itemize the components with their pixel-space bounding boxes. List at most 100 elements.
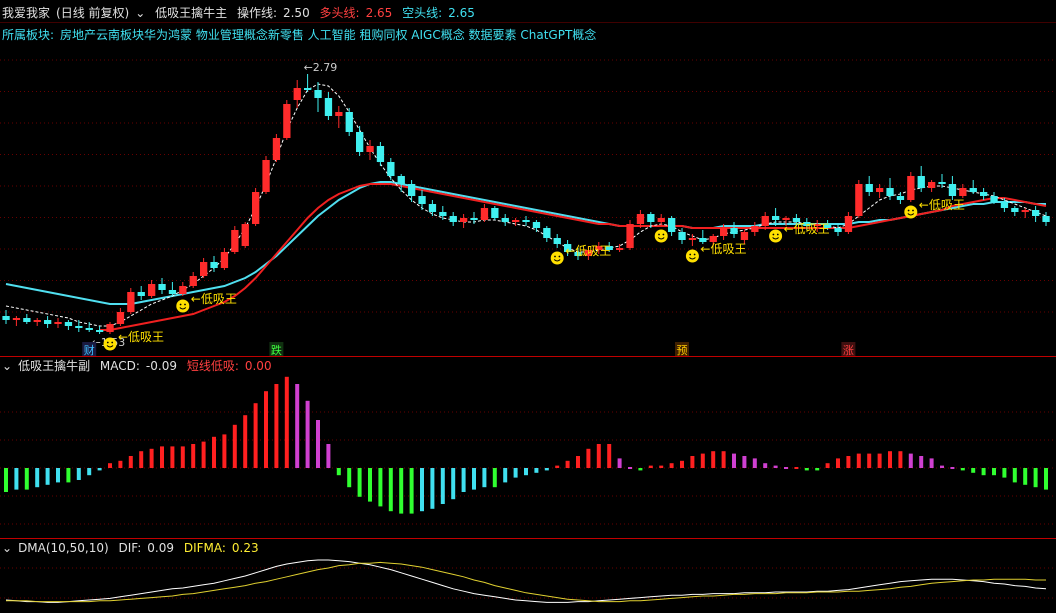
max-price-label: ←2.79 — [304, 61, 338, 74]
macd-bar — [752, 458, 757, 468]
macd-bar — [773, 465, 778, 468]
candle-body — [116, 312, 125, 324]
candle-body — [834, 228, 842, 232]
candle-body — [304, 88, 312, 90]
candle-body — [532, 222, 541, 228]
macd-bar — [596, 444, 601, 468]
smiley-eye — [111, 341, 114, 344]
smiley-eye — [689, 253, 692, 256]
macd-bar — [347, 468, 352, 488]
macd-bar — [472, 468, 476, 490]
signal-label: ←低吸王 — [784, 222, 830, 236]
macd-bar — [440, 468, 445, 504]
macd-bar — [940, 465, 944, 468]
event-label: 财 — [84, 343, 95, 357]
macd-bar — [711, 451, 716, 468]
candle-body — [761, 216, 769, 226]
candle-body — [460, 218, 468, 222]
macd-bar — [898, 451, 903, 468]
candle-body — [720, 228, 728, 236]
macd-bar — [420, 468, 424, 512]
macd-bar — [565, 460, 570, 468]
macd-bar — [1012, 468, 1017, 483]
candle-body — [366, 146, 374, 152]
signal-smiley-icon — [685, 249, 699, 263]
macd-bar — [992, 468, 996, 476]
signal-label: ←低吸王 — [919, 198, 965, 212]
macd-bar — [586, 448, 591, 468]
macd-bar — [742, 456, 747, 468]
macd-bar — [867, 453, 872, 468]
candle-body — [231, 230, 239, 252]
candle-body — [647, 214, 655, 222]
candle-body — [148, 284, 156, 296]
macd-bar — [482, 468, 487, 488]
macd-bar — [45, 468, 50, 485]
candle-body — [262, 160, 270, 192]
macd-bar — [877, 453, 882, 468]
candle-body — [210, 262, 218, 268]
candle-body — [33, 320, 41, 322]
candle-body — [335, 112, 343, 116]
macd-bar — [461, 468, 466, 492]
candle-body — [96, 330, 104, 332]
chart-canvas[interactable]: ←2.79←1.53←低吸王←低吸王←低吸王←低吸王←低吸王←低吸王财跌预涨 — [0, 0, 1056, 613]
macd-bar — [617, 458, 622, 468]
candle-body — [1021, 210, 1029, 212]
candle-body — [356, 132, 364, 152]
macd-bar — [201, 441, 206, 468]
macd-bar — [305, 400, 310, 468]
macd-bar — [253, 403, 258, 468]
candle-body — [688, 238, 697, 240]
candle-body — [896, 196, 905, 200]
macd-bar — [139, 451, 144, 468]
macd-bar — [336, 468, 341, 476]
candle-body — [480, 208, 489, 220]
macd-bar — [836, 458, 840, 468]
macd-bar — [222, 434, 227, 468]
macd-bar — [690, 456, 695, 468]
macd-bar — [357, 468, 362, 497]
candle-body — [730, 228, 738, 234]
dif-line — [5, 559, 1047, 603]
candle-body — [751, 226, 759, 232]
candle-body — [75, 326, 83, 328]
macd-bar — [316, 420, 320, 468]
candle-body — [1000, 202, 1009, 208]
candle-body — [345, 112, 353, 132]
candle-body — [64, 322, 73, 326]
candle-body — [855, 184, 863, 216]
candle-body — [54, 322, 62, 324]
candle-body — [418, 196, 426, 204]
candle-body — [959, 188, 967, 196]
candle-body — [907, 176, 915, 200]
candle-body — [314, 90, 322, 98]
macd-bar — [409, 468, 414, 514]
macd-bar — [388, 468, 393, 512]
candle-body — [324, 98, 333, 116]
macd-bar — [35, 468, 40, 488]
smiley-eye — [662, 233, 665, 236]
candle-body — [376, 146, 385, 162]
candle-body — [387, 162, 395, 176]
candle-body — [241, 224, 249, 246]
macd-bar — [212, 436, 216, 468]
candle-body — [938, 182, 946, 184]
macd-bar — [274, 384, 279, 468]
signal-smiley-icon — [654, 229, 668, 243]
candle-body — [470, 218, 478, 220]
candle-body — [740, 232, 749, 240]
smiley-eye — [907, 209, 910, 212]
candle-body — [636, 214, 645, 224]
candle-body — [969, 188, 977, 192]
candle-body — [252, 192, 260, 224]
signal-smiley-icon — [769, 229, 783, 243]
macd-bar — [981, 468, 986, 476]
candle-body — [553, 238, 561, 244]
macd-bar — [659, 465, 664, 468]
macd-bar — [680, 460, 684, 468]
macd-bar — [326, 444, 331, 468]
macd-bar — [128, 456, 133, 468]
macd-bar — [1002, 468, 1007, 478]
macd-bar — [888, 451, 892, 468]
